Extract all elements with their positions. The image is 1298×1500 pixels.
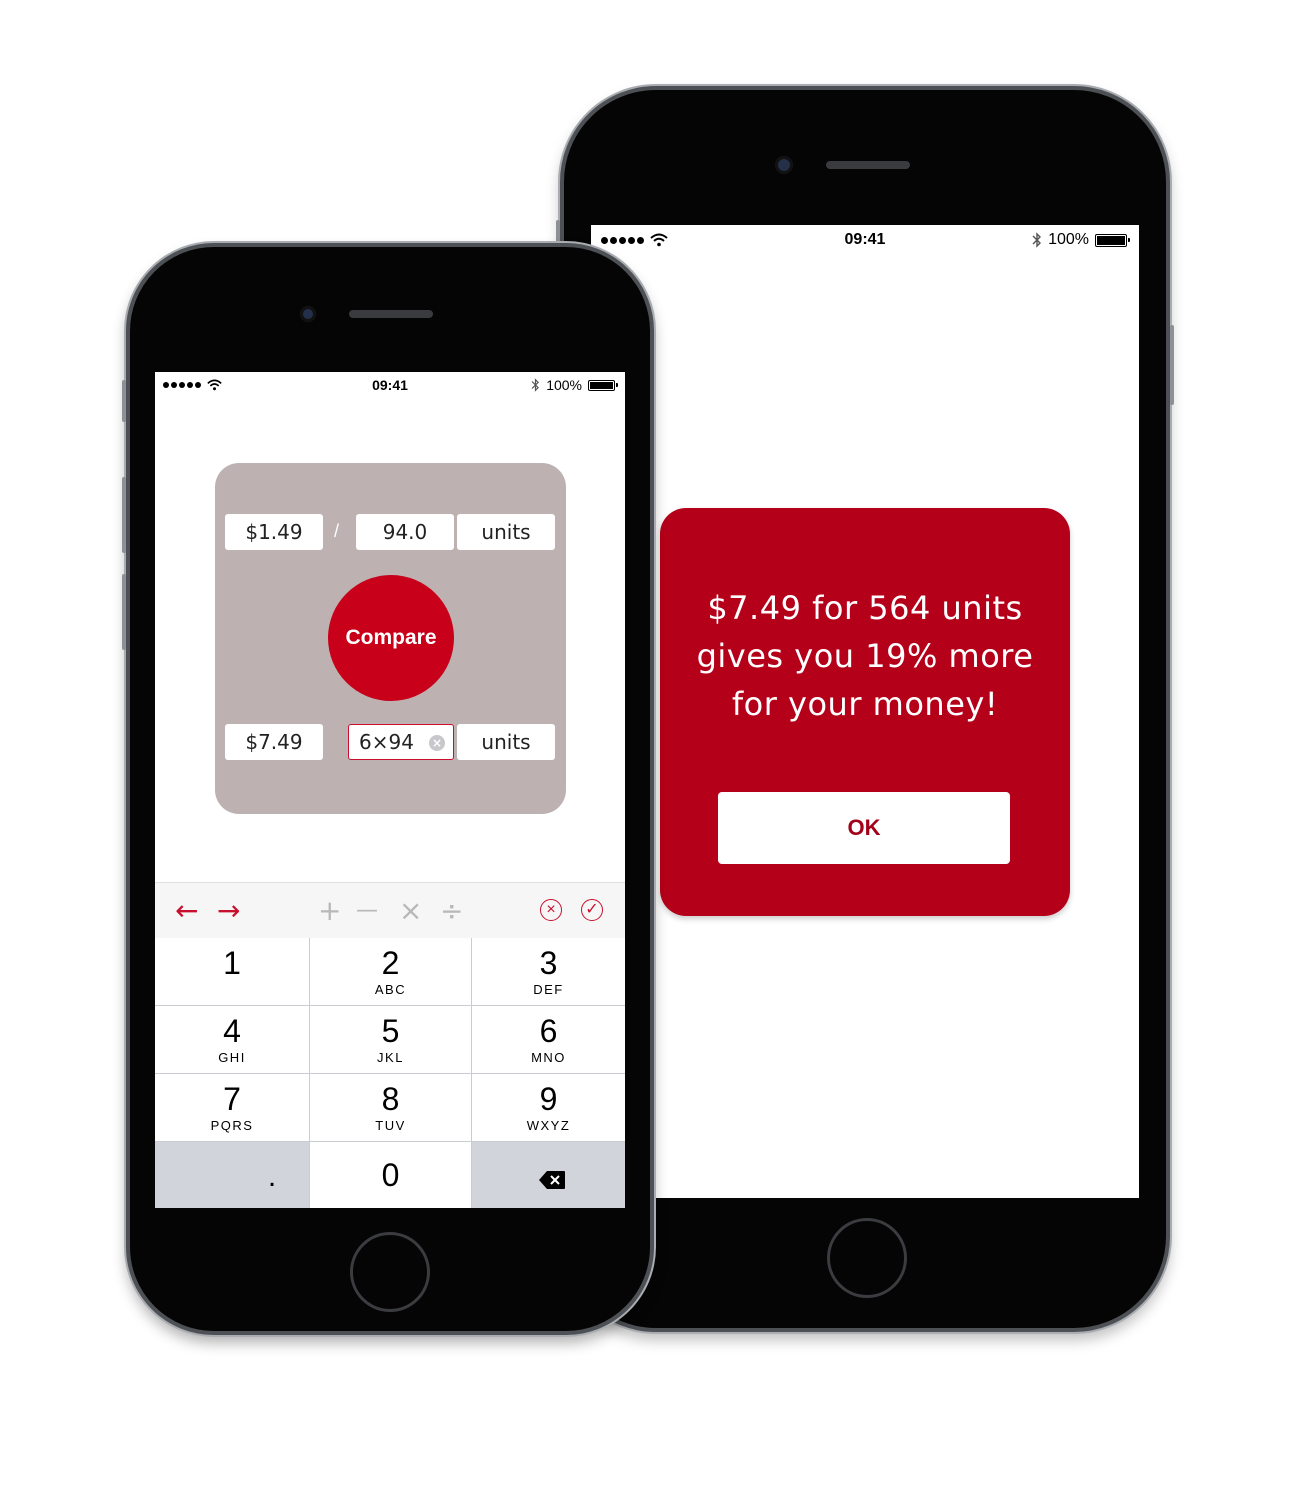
key-decimal[interactable]: . — [155, 1142, 309, 1208]
key-backspace[interactable] — [472, 1142, 625, 1208]
front-camera-icon — [775, 156, 793, 174]
key-digit: 6 — [539, 1013, 558, 1049]
speaker-grille — [826, 161, 910, 169]
numeric-keypad: . 0 1 2 ABC 3 DEF 4 GHI 5 JKL 6 MNO 7 PQRS 8 TUV 9 WXYZ — [155, 938, 625, 1208]
price-field-2[interactable]: $7.49 — [225, 724, 323, 760]
key-letters: JKL — [377, 1050, 404, 1065]
quantity-field-1[interactable]: 94.0 — [356, 514, 454, 550]
plus-icon[interactable]: + — [318, 895, 341, 927]
home-button[interactable] — [350, 1232, 430, 1312]
per-separator: / — [334, 521, 340, 541]
status-bar: 09:41 100% — [155, 372, 625, 398]
backspace-icon — [539, 1171, 565, 1189]
power-button — [1170, 325, 1174, 405]
key-decimal-label: . — [267, 1160, 277, 1193]
clear-field-icon[interactable]: × — [429, 735, 445, 751]
key-digit: 3 — [539, 945, 558, 981]
ok-button[interactable]: OK — [718, 792, 1010, 864]
volume-down-button — [122, 574, 126, 650]
divide-icon[interactable]: ÷ — [440, 895, 463, 927]
key-0-label: 0 — [381, 1157, 400, 1193]
key-6[interactable]: 6 MNO — [472, 1006, 625, 1073]
key-letters: MNO — [531, 1050, 566, 1065]
battery-percent: 100% — [546, 377, 582, 393]
key-letters: DEF — [533, 982, 564, 997]
battery-percent: 100% — [1048, 231, 1089, 248]
mute-switch — [122, 380, 126, 422]
key-4[interactable]: 4 GHI — [155, 1006, 309, 1073]
key-letters: GHI — [218, 1050, 246, 1065]
key-letters: TUV — [375, 1118, 406, 1133]
result-message: $7.49 for 564 units gives you 19% more f… — [696, 589, 1034, 723]
minus-icon[interactable]: — — [356, 895, 378, 927]
key-digit: 7 — [223, 1081, 241, 1117]
result-dialog: $7.49 for 564 units gives you 19% more f… — [660, 508, 1070, 916]
battery-icon — [1095, 233, 1130, 247]
front-camera-icon — [300, 306, 316, 322]
compare-screen: 09:41 100% $1.49 / 94.0 units Compare $7… — [155, 372, 625, 1208]
key-digit: 9 — [539, 1081, 558, 1117]
times-icon[interactable]: × — [399, 895, 422, 927]
arrow-right-icon[interactable]: → — [217, 895, 240, 927]
key-7[interactable]: 7 PQRS — [155, 1074, 309, 1141]
key-letters: ABC — [374, 982, 407, 997]
quantity-field-2-value: 6×94 — [359, 730, 414, 754]
confirm-icon[interactable]: ✓ — [581, 899, 603, 921]
key-letters: PQRS — [210, 1118, 254, 1133]
key-digit: 5 — [381, 1013, 400, 1049]
key-digit: 4 — [223, 1013, 241, 1049]
key-digit: 1 — [223, 945, 241, 981]
home-button[interactable] — [827, 1218, 907, 1298]
unit-field-2[interactable]: units — [457, 724, 555, 760]
key-5[interactable]: 5 JKL — [310, 1006, 471, 1073]
key-0[interactable]: 0 — [310, 1142, 471, 1208]
volume-up-button — [122, 477, 126, 553]
keyboard-toolbar: ← → + — × ÷ × ✓ — [155, 882, 625, 939]
front-phone-frame: 09:41 100% $1.49 / 94.0 units Compare $7… — [122, 243, 654, 1335]
speaker-grille — [349, 310, 433, 318]
cancel-icon[interactable]: × — [540, 899, 562, 921]
quantity-field-2[interactable]: 6×94 × — [348, 724, 454, 760]
price-field-1[interactable]: $1.49 — [225, 514, 323, 550]
compare-button[interactable]: Compare — [328, 575, 454, 701]
arrow-left-icon[interactable]: ← — [175, 895, 198, 927]
key-9[interactable]: 9 WXYZ — [472, 1074, 625, 1141]
key-8[interactable]: 8 TUV — [310, 1074, 471, 1141]
battery-icon — [588, 379, 618, 391]
status-bar: 09:41 100% — [591, 225, 1139, 255]
bluetooth-icon — [531, 378, 540, 392]
unit-field-1[interactable]: units — [457, 514, 555, 550]
bluetooth-icon — [1032, 232, 1042, 248]
key-digit: 8 — [381, 1081, 400, 1117]
result-screen: 09:41 100% $7.49 for 564 units gives you… — [591, 225, 1139, 1198]
key-3[interactable]: 3 DEF — [472, 938, 625, 1005]
key-digit: 2 — [381, 945, 400, 981]
key-letters: WXYZ — [526, 1118, 571, 1133]
compare-panel: $1.49 / 94.0 units Compare $7.49 6×94 × … — [215, 463, 566, 814]
key-2[interactable]: 2 ABC — [310, 938, 471, 1005]
key-1[interactable]: 1 — [155, 938, 309, 1005]
